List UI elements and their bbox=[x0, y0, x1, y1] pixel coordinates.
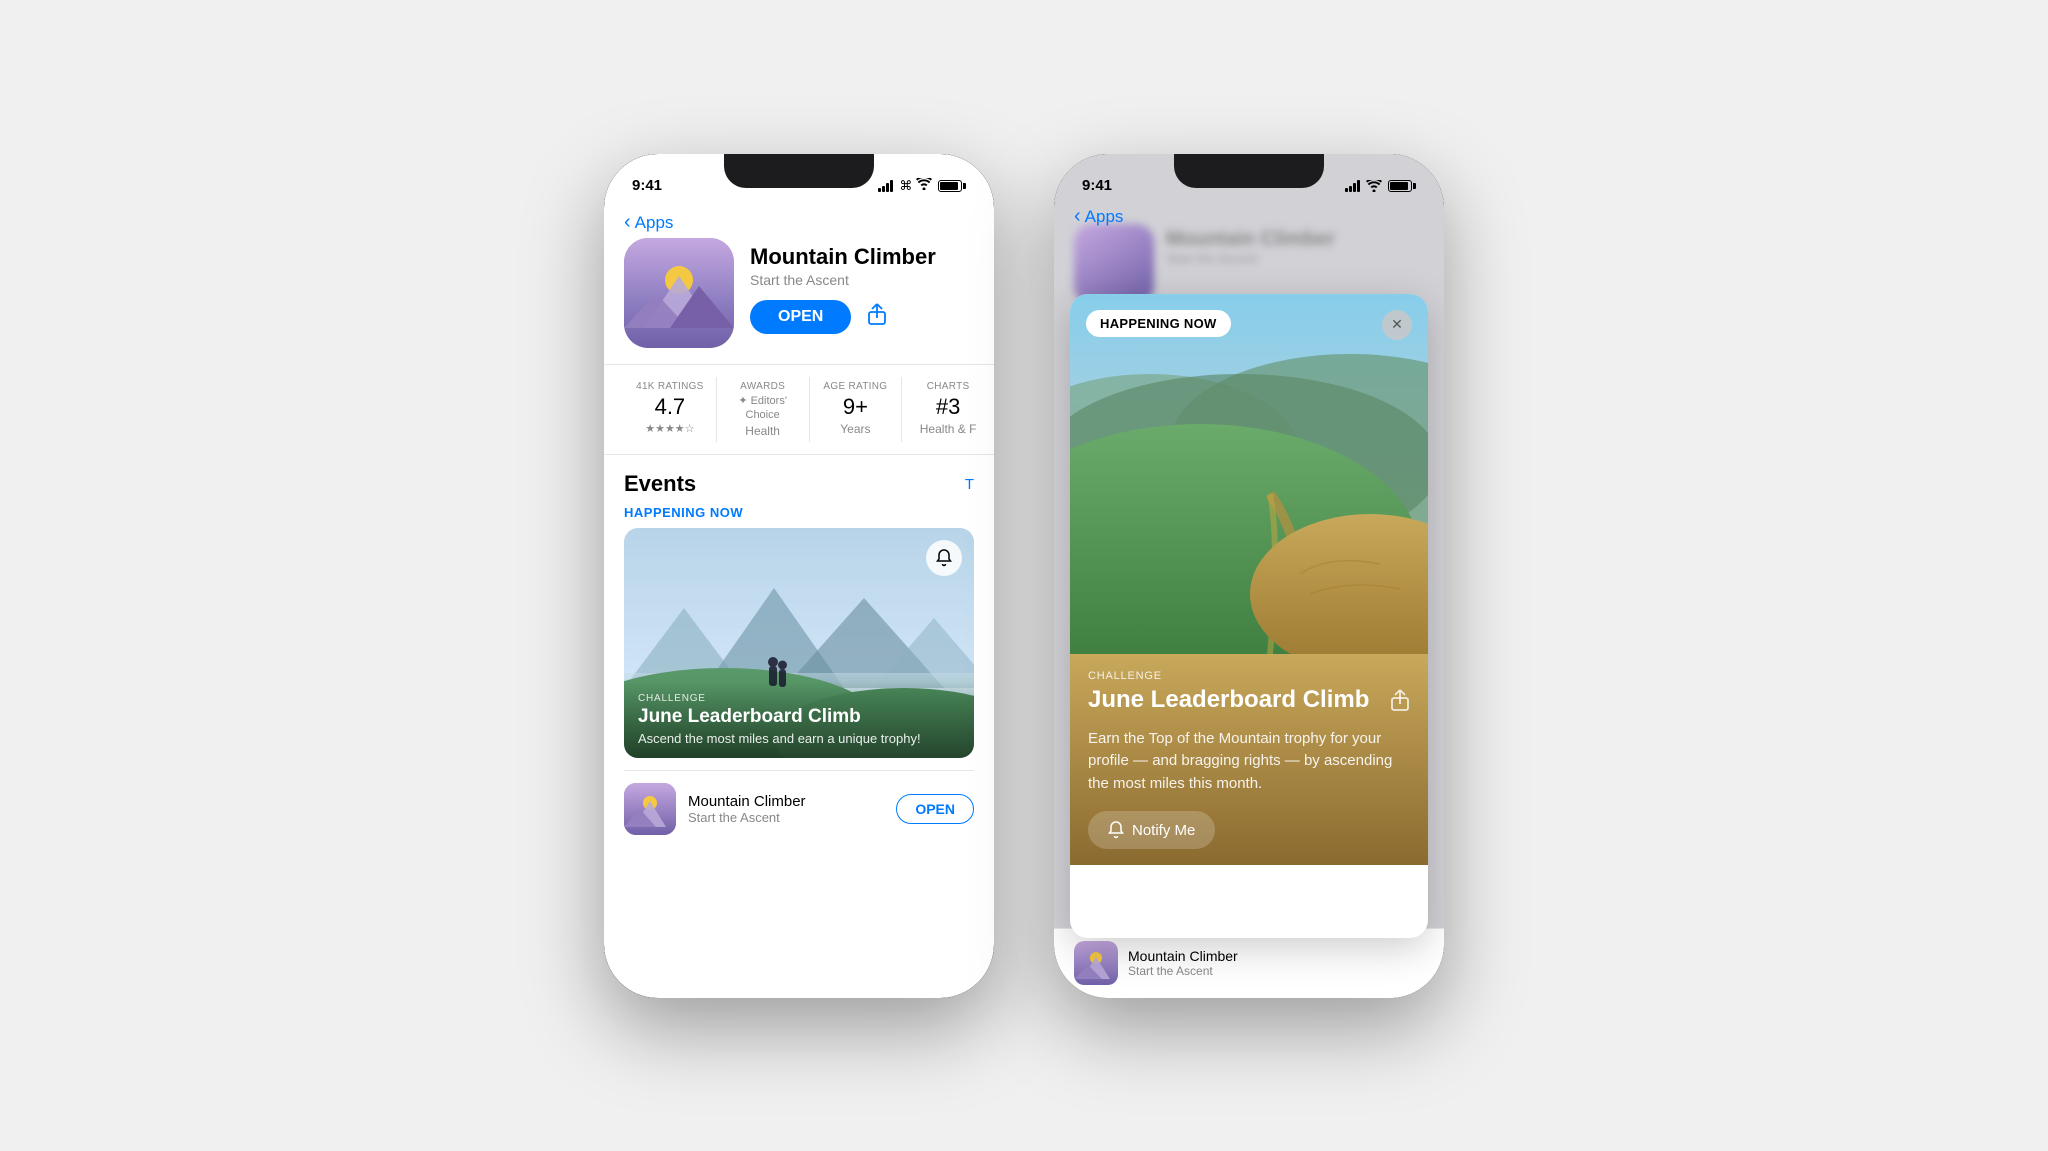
footer-app-name-2: Mountain Climber bbox=[1128, 948, 1424, 964]
back-button-1[interactable]: ‹ Apps bbox=[624, 212, 673, 234]
scene: 9:41 ⌘ bbox=[604, 154, 1444, 998]
app-footer-row: Mountain Climber Start the Ascent OPEN bbox=[624, 770, 974, 847]
stat-awards: AWARDS ✦ Editors'Choice Health bbox=[717, 377, 810, 443]
chevron-left-icon-1: ‹ bbox=[624, 211, 631, 234]
wifi-icon-2 bbox=[1366, 180, 1382, 192]
notify-me-button[interactable]: Notify Me bbox=[1088, 811, 1215, 849]
event-modal: HAPPENING NOW ✕ CHALLENGE June Leaderboa… bbox=[1070, 294, 1428, 938]
event-card: CHALLENGE June Leaderboard Climb Ascend … bbox=[624, 528, 974, 758]
notify-me-label: Notify Me bbox=[1132, 822, 1195, 839]
footer-app-icon-2 bbox=[1074, 941, 1118, 985]
app-header: Mountain Climber Start the Ascent OPEN bbox=[624, 238, 974, 348]
chevron-left-icon-2: ‹ bbox=[1074, 205, 1081, 228]
app-icon bbox=[624, 238, 734, 348]
app-actions: OPEN bbox=[750, 300, 974, 334]
signal-icon-2 bbox=[1345, 180, 1360, 192]
close-modal-button[interactable]: ✕ bbox=[1382, 310, 1412, 340]
event-desc: Ascend the most miles and earn a unique … bbox=[638, 731, 960, 746]
nav-bar-1: ‹ Apps bbox=[604, 204, 994, 238]
event-name: June Leaderboard Climb bbox=[638, 706, 960, 729]
phone-2-screen: Mountain Climber Start the Ascent 9:41 bbox=[1054, 154, 1444, 998]
events-header: Events T bbox=[624, 471, 974, 497]
app-name: Mountain Climber bbox=[750, 244, 974, 270]
battery-icon-1 bbox=[938, 180, 966, 192]
footer-open-button[interactable]: OPEN bbox=[896, 794, 974, 824]
phone-2: Mountain Climber Start the Ascent 9:41 bbox=[1054, 154, 1444, 998]
event-modal-body: CHALLENGE June Leaderboard Climb Earn th… bbox=[1070, 654, 1428, 866]
stat-age-rating: AGE RATING 9+ Years bbox=[810, 377, 903, 443]
close-icon: ✕ bbox=[1391, 316, 1403, 333]
app-content-1: Mountain Climber Start the Ascent OPEN bbox=[604, 238, 994, 848]
status-time-1: 9:41 bbox=[632, 177, 662, 194]
event-card-content: CHALLENGE June Leaderboard Climb Ascend … bbox=[624, 681, 974, 758]
footer-app-sub-2: Start the Ascent bbox=[1128, 964, 1424, 978]
event-share-icon[interactable] bbox=[1390, 688, 1410, 718]
happening-now-badge: HAPPENING NOW bbox=[1086, 310, 1231, 337]
signal-icon-1 bbox=[878, 180, 893, 192]
event-bell-button[interactable] bbox=[926, 540, 962, 576]
events-section: Events T HAPPENING NOW bbox=[624, 455, 974, 847]
phone2-footer: Mountain Climber Start the Ascent bbox=[1054, 928, 1444, 998]
footer-info-2: Mountain Climber Start the Ascent bbox=[1128, 948, 1424, 978]
happening-now-label: HAPPENING NOW bbox=[624, 505, 974, 520]
app-footer-icon bbox=[624, 783, 676, 835]
happening-now-text: HAPPENING NOW bbox=[1100, 316, 1217, 331]
nav-bar-2: ‹ Apps bbox=[1054, 198, 1444, 232]
phone-1-screen: 9:41 ⌘ bbox=[604, 154, 994, 998]
app-subtitle: Start the Ascent bbox=[750, 272, 974, 288]
event-modal-image: HAPPENING NOW ✕ bbox=[1070, 294, 1428, 654]
stat-charts: CHARTS #3 Health & F bbox=[902, 377, 994, 443]
event-modal-header: June Leaderboard Climb bbox=[1088, 686, 1410, 718]
back-button-2[interactable]: ‹ Apps bbox=[1074, 206, 1123, 228]
battery-icon-2 bbox=[1388, 180, 1416, 192]
event-type-label: CHALLENGE bbox=[638, 693, 960, 704]
open-button[interactable]: OPEN bbox=[750, 300, 851, 334]
event-modal-title: June Leaderboard Climb bbox=[1088, 686, 1382, 715]
phone-1: 9:41 ⌘ bbox=[604, 154, 994, 998]
event-modal-type: CHALLENGE bbox=[1088, 670, 1410, 682]
notch-2 bbox=[1174, 154, 1324, 188]
event-modal-description: Earn the Top of the Mountain trophy for … bbox=[1088, 728, 1410, 796]
status-icons-1: ⌘ bbox=[878, 178, 966, 194]
app-info: Mountain Climber Start the Ascent OPEN bbox=[750, 238, 974, 334]
stat-ratings: 41K RATINGS 4.7 ★★★★☆ bbox=[624, 377, 717, 443]
back-label-1: Apps bbox=[635, 213, 674, 233]
notch-1 bbox=[724, 154, 874, 188]
events-see-all[interactable]: T bbox=[965, 476, 974, 493]
bell-icon bbox=[1108, 821, 1124, 839]
app-footer-info: Mountain Climber Start the Ascent bbox=[688, 793, 896, 825]
wifi-icon-1: ⌘ bbox=[899, 178, 932, 194]
app-footer-name: Mountain Climber bbox=[688, 793, 896, 810]
app-footer-sub: Start the Ascent bbox=[688, 810, 896, 825]
status-icons-2 bbox=[1345, 180, 1416, 192]
back-label-2: Apps bbox=[1085, 207, 1124, 227]
share-icon[interactable] bbox=[867, 302, 887, 332]
stats-row: 41K RATINGS 4.7 ★★★★☆ AWARDS ✦ Editors'C… bbox=[604, 364, 994, 456]
status-time-2: 9:41 bbox=[1082, 177, 1112, 194]
events-title: Events bbox=[624, 471, 696, 497]
